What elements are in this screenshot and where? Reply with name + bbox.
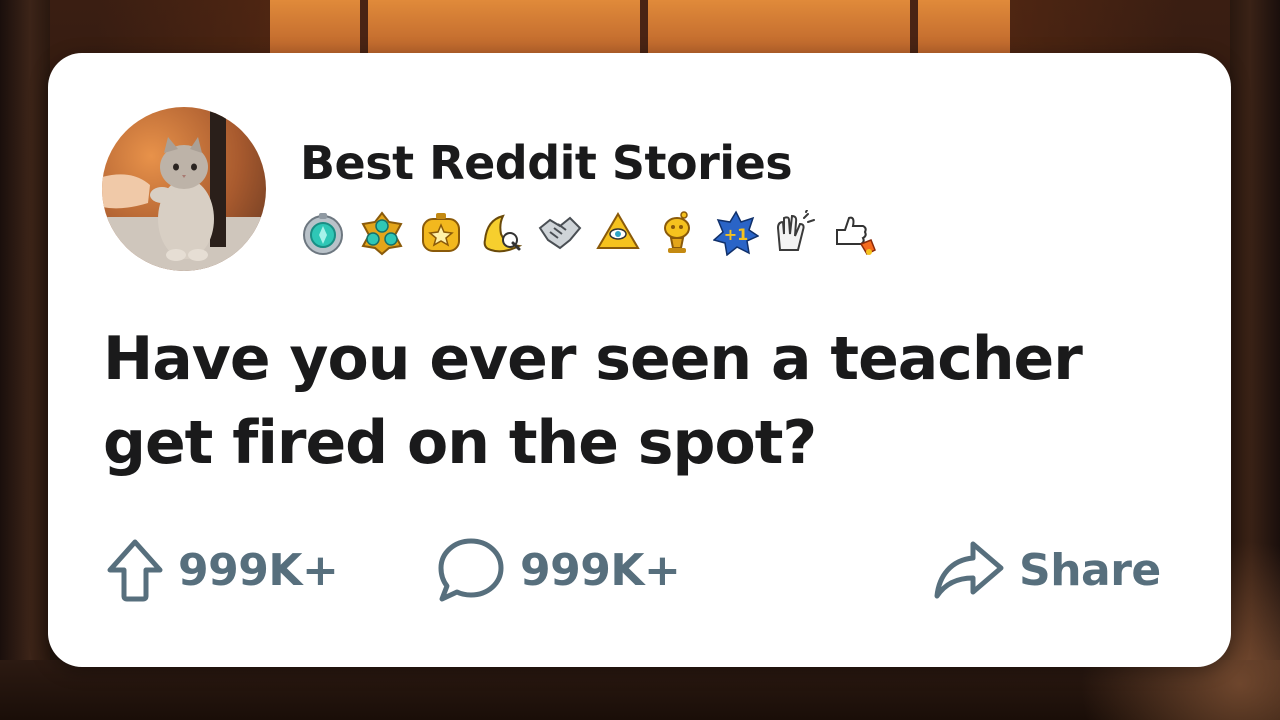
comment-count: 999K+ <box>520 544 681 596</box>
thumbs-up-rocket-award-icon[interactable] <box>831 210 877 256</box>
cat-avatar-icon <box>102 107 266 271</box>
channel-avatar[interactable] <box>102 107 266 271</box>
share-arrow-icon <box>934 541 1004 599</box>
awards-row: +1 <box>300 209 890 257</box>
silver-gem-award-icon[interactable] <box>300 210 346 256</box>
share-label: Share <box>1019 544 1161 596</box>
channel-name[interactable]: Best Reddit Stories <box>300 133 793 193</box>
post-title[interactable]: Have you ever seen a teacher get fired o… <box>103 317 1193 485</box>
clapping-hands-award-icon[interactable] <box>772 210 818 256</box>
gold-snoo-trophy-award-icon[interactable] <box>654 210 700 256</box>
svg-text:+1: +1 <box>724 225 749 244</box>
upvote-count: 999K+ <box>178 544 339 596</box>
post-actions: 999K+ 999K+ Share <box>48 535 1231 605</box>
comments-button[interactable]: 999K+ <box>436 535 681 605</box>
gold-gem-cluster-award-icon[interactable] <box>359 210 405 256</box>
background-curtain-left <box>0 0 50 720</box>
upvote-button[interactable]: 999K+ <box>106 535 339 605</box>
upvote-arrow-icon <box>107 539 163 602</box>
comment-bubble-icon <box>438 538 504 602</box>
all-seeing-pyramid-award-icon[interactable] <box>595 210 641 256</box>
banana-award-icon[interactable] <box>477 210 523 256</box>
share-button[interactable]: Share <box>933 535 1161 605</box>
gold-star-award-icon[interactable] <box>418 210 464 256</box>
post-card[interactable]: Best Reddit Stories +1 Have you ever see… <box>48 53 1231 667</box>
plus-one-award-icon[interactable]: +1 <box>713 210 759 256</box>
handshake-award-icon[interactable] <box>536 210 582 256</box>
